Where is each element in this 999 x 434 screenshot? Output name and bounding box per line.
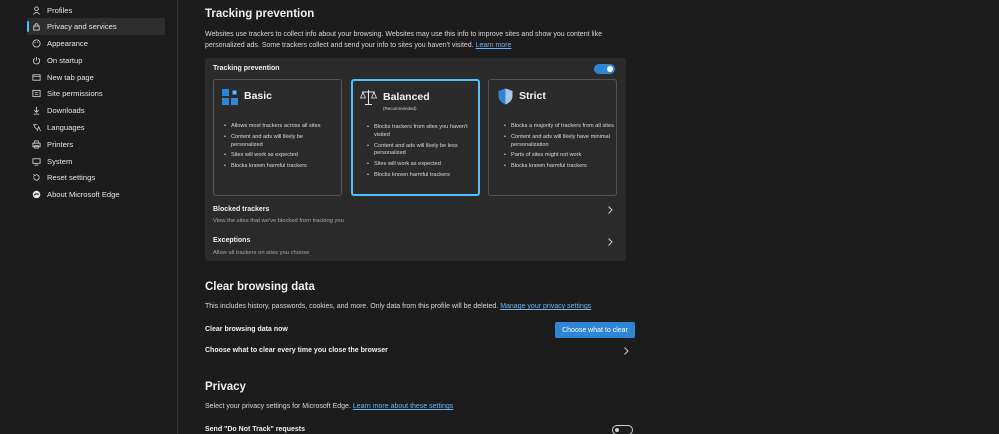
download-icon: [32, 106, 41, 115]
manage-privacy-link[interactable]: Manage your privacy settings: [500, 303, 591, 310]
card-title: Strict: [519, 90, 546, 102]
list-item: Blocks known harmful trackers: [224, 163, 336, 171]
lock-icon: [32, 22, 41, 31]
sidebar-item-label: Site permissions: [47, 89, 103, 98]
chevron-right-icon[interactable]: [622, 347, 630, 355]
list-item: Allows most trackers across all sites: [224, 123, 336, 131]
tracking-heading: Tracking prevention: [205, 8, 315, 20]
list-item: Content and ads will likely be personali…: [224, 134, 336, 150]
do-not-track-toggle[interactable]: [612, 425, 633, 434]
learn-more-settings-link[interactable]: Learn more about these settings: [353, 403, 453, 410]
sidebar-item-label: Printers: [47, 140, 74, 149]
sidebar-item-privacy[interactable]: Privacy and services: [27, 18, 165, 35]
sidebar-item-on-startup[interactable]: On startup: [27, 52, 165, 69]
do-not-track-label: Send "Do Not Track" requests: [205, 426, 305, 433]
card-bullets: Blocks a majority of trackers from all s…: [504, 123, 616, 174]
card-bullets: Allows most trackers across all sites Co…: [224, 123, 336, 174]
list-item: Blocks known harmful trackers: [504, 163, 616, 171]
new-tab-icon: [32, 73, 41, 82]
sidebar-item-label: Downloads: [47, 106, 85, 115]
basic-card[interactable]: Basic Allows most trackers across all si…: [213, 79, 342, 196]
toggle-knob: [615, 428, 619, 432]
tracking-description: Websites use trackers to collect info ab…: [205, 31, 602, 49]
sidebar-item-appearance[interactable]: Appearance: [27, 35, 165, 52]
sidebar-item-label: About Microsoft Edge: [47, 190, 120, 199]
printer-icon: [32, 140, 41, 149]
system-icon: [32, 157, 41, 166]
list-item: Content and ads will likely have minimal…: [504, 134, 616, 150]
sidebar-item-downloads[interactable]: Downloads: [27, 102, 165, 119]
sidebar-item-label: Languages: [47, 123, 85, 132]
reset-icon: [32, 173, 41, 182]
sidebar: Profiles Privacy and services Appearance…: [0, 0, 178, 434]
strict-card[interactable]: Strict Blocks a majority of trackers fro…: [488, 79, 617, 196]
choose-what-to-clear-button[interactable]: Choose what to clear: [555, 322, 635, 338]
list-item: Content and ads will likely be less pers…: [367, 143, 479, 159]
tracking-toggle[interactable]: [594, 64, 615, 74]
exceptions-subtitle: Allow all trackers on sites you choose: [213, 250, 310, 256]
person-icon: [32, 6, 41, 15]
site-permissions-icon: [32, 89, 41, 98]
card-title: Balanced: [383, 91, 430, 103]
sidebar-item-label: On startup: [47, 56, 83, 65]
blocked-trackers-subtitle: View the sites that we've blocked from t…: [213, 218, 344, 224]
sidebar-item-profiles[interactable]: Profiles: [27, 2, 165, 19]
sidebar-item-languages[interactable]: Languages: [27, 119, 165, 136]
list-item: Parts of sites might not work: [504, 152, 616, 160]
edge-logo-icon: [32, 190, 41, 199]
sidebar-item-label: New tab page: [47, 73, 94, 82]
list-item: Blocks a majority of trackers from all s…: [504, 123, 616, 131]
sidebar-item-printers[interactable]: Printers: [27, 136, 165, 153]
sidebar-item-label: System: [47, 157, 73, 166]
clear-now-label: Clear browsing data now: [205, 326, 288, 333]
card-title: Basic: [244, 90, 273, 102]
clear-every-time-label[interactable]: Choose what to clear every time you clos…: [205, 347, 388, 354]
clear-browsing-description: This includes history, passwords, cookie…: [205, 303, 592, 310]
power-icon: [32, 56, 41, 65]
exceptions-title[interactable]: Exceptions: [213, 237, 250, 244]
tracking-panel: Tracking prevention Basic Allows most tr…: [205, 58, 626, 261]
blocked-trackers-title[interactable]: Blocked trackers: [213, 206, 269, 213]
palette-icon: [32, 39, 41, 48]
toggle-knob: [607, 66, 613, 72]
tracking-panel-title: Tracking prevention: [213, 65, 280, 72]
card-subtitle: (Recommended): [383, 106, 417, 111]
sidebar-item-reset-settings[interactable]: Reset settings: [27, 169, 165, 186]
clear-browsing-heading: Clear browsing data: [205, 281, 315, 293]
privacy-heading: Privacy: [205, 381, 246, 393]
learn-more-link[interactable]: Learn more: [476, 42, 512, 49]
balance-scale-icon: [359, 89, 378, 106]
list-item: Sites will work as expected: [367, 161, 479, 169]
sidebar-item-label: Privacy and services: [47, 22, 117, 31]
chevron-right-icon[interactable]: [606, 206, 614, 214]
list-item: Blocks known harmful trackers: [367, 172, 479, 180]
sidebar-item-label: Profiles: [47, 6, 73, 15]
sidebar-item-label: Reset settings: [47, 173, 96, 182]
list-item: Sites will work as expected: [224, 152, 336, 160]
basic-blocks-icon: [222, 89, 239, 106]
sidebar-item-new-tab-page[interactable]: New tab page: [27, 69, 165, 86]
sidebar-item-system[interactable]: System: [27, 153, 165, 170]
card-bullets: Blocks trackers from sites you haven't v…: [367, 124, 479, 183]
sidebar-item-site-permissions[interactable]: Site permissions: [27, 85, 165, 102]
privacy-description: Select your privacy settings for Microso…: [205, 403, 454, 410]
balanced-card[interactable]: Balanced (Recommended) Blocks trackers f…: [351, 79, 480, 196]
sidebar-item-label: Appearance: [47, 39, 88, 48]
chevron-right-icon[interactable]: [606, 238, 614, 246]
shield-icon: [497, 88, 514, 105]
languages-icon: [32, 123, 41, 132]
sidebar-item-about[interactable]: About Microsoft Edge: [27, 186, 165, 203]
list-item: Blocks trackers from sites you haven't v…: [367, 124, 479, 140]
